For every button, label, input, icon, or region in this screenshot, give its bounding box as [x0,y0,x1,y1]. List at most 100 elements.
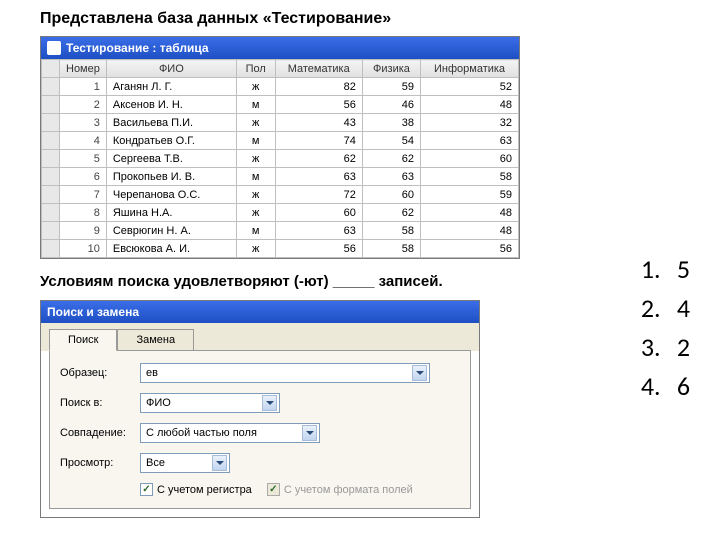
searchin-select[interactable]: ФИО [140,393,280,413]
col-phys[interactable]: Физика [362,60,420,78]
table-row[interactable]: 3Васильева П.И.ж433832 [42,114,519,132]
row-marker[interactable] [42,204,60,222]
cell-number[interactable]: 2 [60,96,107,114]
col-math[interactable]: Математика [275,60,362,78]
table-row[interactable]: 1Аганян Л. Г.ж825952 [42,78,519,96]
cell-fio[interactable]: Прокопьев И. В. [106,168,236,186]
cell-fio[interactable]: Яшина Н.А. [106,204,236,222]
cell-info[interactable]: 63 [421,132,519,150]
col-sex[interactable]: Пол [236,60,275,78]
cell-math[interactable]: 62 [275,150,362,168]
sample-input[interactable]: ев [140,363,430,383]
cell-number[interactable]: 3 [60,114,107,132]
row-marker[interactable] [42,222,60,240]
data-grid[interactable]: Номер ФИО Пол Математика Физика Информат… [41,59,519,258]
cell-info[interactable]: 58 [421,168,519,186]
table-row[interactable]: 8Яшина Н.А.ж606248 [42,204,519,222]
cell-math[interactable]: 63 [275,168,362,186]
cell-info[interactable]: 52 [421,78,519,96]
cell-info[interactable]: 48 [421,96,519,114]
cell-fio[interactable]: Севрюгин Н. А. [106,222,236,240]
cell-math[interactable]: 60 [275,204,362,222]
cell-math[interactable]: 63 [275,222,362,240]
cell-sex[interactable]: ж [236,114,275,132]
cell-number[interactable]: 4 [60,132,107,150]
table-row[interactable]: 9Севрюгин Н. А.м635848 [42,222,519,240]
row-marker[interactable] [42,132,60,150]
cell-info[interactable]: 56 [421,240,519,258]
cell-phys[interactable]: 54 [362,132,420,150]
row-marker[interactable] [42,168,60,186]
cell-sex[interactable]: м [236,132,275,150]
cell-phys[interactable]: 46 [362,96,420,114]
cell-info[interactable]: 48 [421,204,519,222]
table-row[interactable]: 6Прокопьев И. В.м636358 [42,168,519,186]
checkbox-icon[interactable] [140,483,153,496]
cell-info[interactable]: 59 [421,186,519,204]
cell-phys[interactable]: 38 [362,114,420,132]
cell-sex[interactable]: м [236,96,275,114]
row-marker[interactable] [42,114,60,132]
cell-sex[interactable]: ж [236,240,275,258]
table-row[interactable]: 5Сергеева Т.В.ж626260 [42,150,519,168]
cell-fio[interactable]: Черепанова О.С. [106,186,236,204]
row-marker[interactable] [42,150,60,168]
cell-number[interactable]: 6 [60,168,107,186]
cell-sex[interactable]: ж [236,150,275,168]
cell-phys[interactable]: 63 [362,168,420,186]
cell-math[interactable]: 82 [275,78,362,96]
chevron-down-icon[interactable] [412,365,427,381]
cell-fio[interactable]: Кондратьев О.Г. [106,132,236,150]
cell-number[interactable]: 1 [60,78,107,96]
tab-replace[interactable]: Замена [117,329,194,351]
cell-phys[interactable]: 59 [362,78,420,96]
col-fio[interactable]: ФИО [106,60,236,78]
cell-math[interactable]: 74 [275,132,362,150]
cell-sex[interactable]: м [236,168,275,186]
dialog-title: Поиск и замена [47,305,139,319]
cell-fio[interactable]: Сергеева Т.В. [106,150,236,168]
row-marker[interactable] [42,96,60,114]
row-marker[interactable] [42,240,60,258]
table-row[interactable]: 2Аксенов И. Н.м564648 [42,96,519,114]
cell-number[interactable]: 9 [60,222,107,240]
case-checkbox-wrap[interactable]: С учетом регистра [140,483,252,496]
cell-sex[interactable]: ж [236,186,275,204]
cell-phys[interactable]: 58 [362,222,420,240]
cell-phys[interactable]: 60 [362,186,420,204]
tab-search[interactable]: Поиск [49,329,117,351]
cell-info[interactable]: 48 [421,222,519,240]
view-select[interactable]: Все [140,453,230,473]
table-row[interactable]: 4Кондратьев О.Г.м745463 [42,132,519,150]
cell-math[interactable]: 43 [275,114,362,132]
cell-fio[interactable]: Аганян Л. Г. [106,78,236,96]
cell-info[interactable]: 60 [421,150,519,168]
cell-phys[interactable]: 58 [362,240,420,258]
row-marker[interactable] [42,78,60,96]
cell-math[interactable]: 72 [275,186,362,204]
match-select[interactable]: С любой частью поля [140,423,320,443]
cell-number[interactable]: 5 [60,150,107,168]
chevron-down-icon[interactable] [302,425,317,441]
row-marker[interactable] [42,186,60,204]
cell-sex[interactable]: ж [236,78,275,96]
cell-number[interactable]: 8 [60,204,107,222]
table-row[interactable]: 7Черепанова О.С.ж726059 [42,186,519,204]
cell-fio[interactable]: Аксенов И. Н. [106,96,236,114]
cell-fio[interactable]: Васильева П.И. [106,114,236,132]
cell-phys[interactable]: 62 [362,150,420,168]
chevron-down-icon[interactable] [262,395,277,411]
cell-sex[interactable]: ж [236,204,275,222]
cell-number[interactable]: 7 [60,186,107,204]
table-row[interactable]: 10Евсюкова А. И.ж565856 [42,240,519,258]
cell-math[interactable]: 56 [275,240,362,258]
col-number[interactable]: Номер [60,60,107,78]
cell-phys[interactable]: 62 [362,204,420,222]
chevron-down-icon[interactable] [212,455,227,471]
cell-math[interactable]: 56 [275,96,362,114]
cell-sex[interactable]: м [236,222,275,240]
cell-number[interactable]: 10 [60,240,107,258]
cell-fio[interactable]: Евсюкова А. И. [106,240,236,258]
cell-info[interactable]: 32 [421,114,519,132]
col-info[interactable]: Информатика [421,60,519,78]
